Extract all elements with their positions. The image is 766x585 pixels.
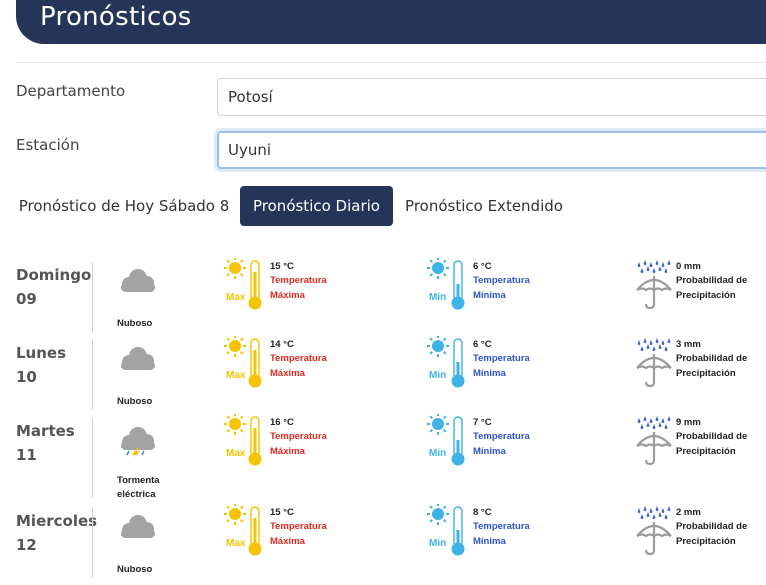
min-temp-label: Temperatura	[473, 275, 530, 286]
tab-hoy[interactable]: Pronóstico de Hoy Sábado 8	[16, 186, 232, 226]
day-number: 10	[16, 368, 37, 386]
max-temp-thermometer-icon: Max	[224, 413, 270, 473]
min-temp-label: Temperatura	[473, 521, 530, 532]
svg-text:Min: Min	[429, 538, 446, 549]
rain-umbrella-icon	[634, 258, 674, 317]
max-temp-label: Temperatura	[270, 353, 327, 364]
page-header: Pronósticos	[16, 0, 766, 44]
min-temp-thermometer-icon: Min	[427, 335, 473, 395]
precip-label-2: Precipitación	[676, 290, 736, 301]
condition-text: Nuboso	[117, 564, 153, 575]
max-temp-value: 14 °C	[270, 339, 294, 350]
max-temp-thermometer-icon: Max	[224, 335, 270, 395]
max-temp-thermometer-icon: Max	[224, 257, 270, 317]
day-name: Lunes	[16, 344, 67, 362]
min-temp-value: 8 °C	[473, 507, 492, 518]
precip-value: 9 mm	[676, 417, 701, 428]
max-temp-label: Temperatura	[270, 521, 327, 532]
min-temp-label-2: Mínima	[473, 536, 506, 547]
precip-label-2: Precipitación	[676, 536, 736, 547]
tab-diario[interactable]: Pronóstico Diario	[240, 186, 393, 226]
cloud-icon	[116, 266, 160, 305]
max-temp-label-2: Máxima	[270, 446, 305, 457]
row-divider	[92, 508, 93, 578]
min-temp-label-2: Mínima	[473, 368, 506, 379]
day-name: Miercoles	[16, 512, 98, 530]
svg-text:Min: Min	[429, 370, 446, 381]
precip-label: Probabilidad de	[676, 521, 748, 532]
min-temp-label: Temperatura	[473, 353, 530, 364]
max-temp-label-2: Máxima	[270, 536, 305, 547]
max-temp-label: Temperatura	[270, 431, 327, 442]
departamento-label: Departamento	[16, 82, 126, 100]
rain-umbrella-icon	[634, 414, 674, 473]
condition-text: Nuboso	[117, 396, 153, 407]
page-title: Pronósticos	[40, 2, 192, 32]
svg-text:Max: Max	[226, 292, 246, 303]
precip-label: Probabilidad de	[676, 275, 748, 286]
min-temp-thermometer-icon: Min	[427, 413, 473, 473]
svg-text:Max: Max	[226, 370, 246, 381]
estacion-label: Estación	[16, 136, 80, 154]
max-temp-thermometer-icon: Max	[224, 503, 270, 563]
row-divider	[92, 418, 93, 498]
svg-text:Max: Max	[226, 538, 246, 549]
min-temp-thermometer-icon: Min	[427, 503, 473, 563]
estacion-select[interactable]: Uyuni	[217, 131, 766, 169]
precip-value: 0 mm	[676, 261, 701, 272]
rain-umbrella-icon	[634, 504, 674, 563]
divider	[16, 62, 766, 63]
svg-text:Min: Min	[429, 292, 446, 303]
min-temp-label: Temperatura	[473, 431, 530, 442]
cloud-icon	[116, 512, 160, 551]
min-temp-value: 6 °C	[473, 339, 492, 350]
day-name: Domingo	[16, 266, 92, 284]
rain-umbrella-icon	[634, 336, 674, 395]
day-number: 09	[16, 290, 37, 308]
min-temp-value: 7 °C	[473, 417, 492, 428]
max-temp-value: 16 °C	[270, 417, 294, 428]
day-name: Martes	[16, 422, 75, 440]
svg-text:Min: Min	[429, 448, 446, 459]
min-temp-label-2: Mínima	[473, 446, 506, 457]
precip-label-2: Precipitación	[676, 368, 736, 379]
condition-text: Tormenta eléctrica	[117, 475, 160, 500]
min-temp-thermometer-icon: Min	[427, 257, 473, 317]
min-temp-value: 6 °C	[473, 261, 492, 272]
max-temp-label-2: Máxima	[270, 368, 305, 379]
precip-value: 2 mm	[676, 507, 701, 518]
day-number: 12	[16, 536, 37, 554]
departamento-select[interactable]: Potosí	[217, 78, 766, 116]
precip-value: 3 mm	[676, 339, 701, 350]
condition-text: Nuboso	[117, 318, 153, 329]
max-temp-label: Temperatura	[270, 275, 327, 286]
max-temp-value: 15 °C	[270, 507, 294, 518]
row-divider	[92, 340, 93, 410]
storm-cloud-icon	[116, 424, 160, 463]
precip-label-2: Precipitación	[676, 446, 736, 457]
min-temp-label-2: Mínima	[473, 290, 506, 301]
precip-label: Probabilidad de	[676, 431, 748, 442]
max-temp-value: 15 °C	[270, 261, 294, 272]
tab-extendido[interactable]: Pronóstico Extendido	[401, 186, 567, 226]
svg-text:Max: Max	[226, 448, 246, 459]
day-number: 11	[16, 446, 37, 464]
max-temp-label-2: Máxima	[270, 290, 305, 301]
precip-label: Probabilidad de	[676, 353, 748, 364]
cloud-icon	[116, 344, 160, 383]
row-divider	[92, 262, 93, 332]
